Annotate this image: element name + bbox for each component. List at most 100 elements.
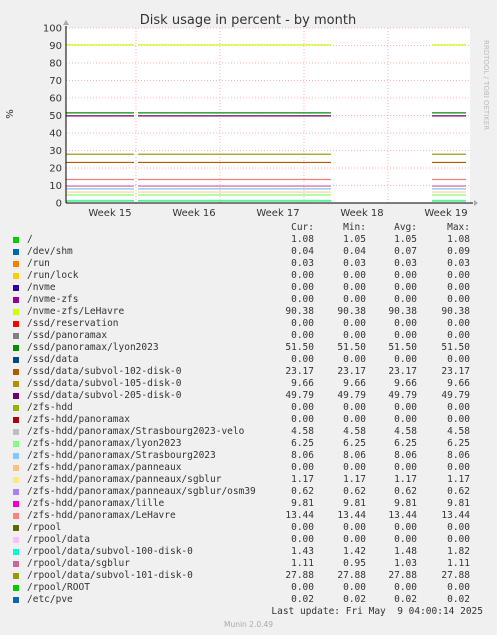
legend-row: /zfs-hdd/panoramax/panneaux/sgblur 1.17 1.… bbox=[0, 474, 497, 486]
legend-avg-value: 0.02 bbox=[394, 594, 417, 605]
y-tick-label: 90 bbox=[49, 41, 62, 52]
legend-max-value: 0.03 bbox=[447, 258, 470, 269]
legend-avg-value: 9.66 bbox=[394, 378, 417, 389]
legend-row: /rpool/ROOT 0.00 0.00 0.00 0.00 bbox=[0, 582, 497, 594]
legend-max-value: 0.00 bbox=[447, 270, 470, 281]
legend-swatch bbox=[13, 453, 19, 459]
legend-min-value: 1.05 bbox=[343, 234, 366, 245]
legend-swatch bbox=[13, 405, 19, 411]
legend-swatch bbox=[13, 357, 19, 363]
legend-series-name: /ssd/reservation bbox=[27, 318, 119, 329]
legend-avg-value: 1.17 bbox=[394, 474, 417, 485]
disk-usage-chart: Disk usage in percent - by month % RRDTO… bbox=[0, 0, 497, 232]
legend-cur-value: 1.08 bbox=[291, 234, 314, 245]
legend-row: /ssd/panoramax 0.00 0.00 0.00 0.00 bbox=[0, 330, 497, 342]
legend-series-name: /zfs-hdd/panoramax/panneaux bbox=[27, 462, 182, 473]
legend-swatch bbox=[13, 273, 19, 279]
legend-swatch bbox=[13, 381, 19, 387]
legend-row: /dev/shm 0.04 0.04 0.07 0.09 bbox=[0, 246, 497, 258]
legend-min-value: 0.00 bbox=[343, 318, 366, 329]
legend-swatch bbox=[13, 477, 19, 483]
legend-cur-value: 9.81 bbox=[291, 498, 314, 509]
legend-row: /ssd/data/subvol-105-disk-0 9.66 9.66 9.66 9… bbox=[0, 378, 497, 390]
legend-min-value: 0.00 bbox=[343, 270, 366, 281]
legend-min-value: 90.38 bbox=[337, 306, 366, 317]
legend-series-name: /ssd/data/subvol-102-disk-0 bbox=[27, 366, 182, 377]
legend-series-name: /zfs-hdd/panoramax/lyon2023 bbox=[27, 438, 182, 449]
legend-series-name: /zfs-hdd/panoramax/panneaux/sgblur/osm39 bbox=[27, 486, 256, 497]
y-tick-label: 80 bbox=[49, 59, 62, 70]
legend-swatch bbox=[13, 489, 19, 495]
legend-series-name: /zfs-hdd/panoramax/panneaux/sgblur bbox=[27, 474, 222, 485]
legend-cur-value: 51.50 bbox=[285, 342, 314, 353]
legend-avg-value: 0.00 bbox=[394, 522, 417, 533]
legend-cur-value: 27.88 bbox=[285, 570, 314, 581]
legend-max-value: 27.88 bbox=[441, 570, 470, 581]
y-tick-label: 70 bbox=[49, 76, 62, 87]
legend-avg-value: 23.17 bbox=[388, 366, 417, 377]
legend-max-value: 4.58 bbox=[447, 426, 470, 437]
legend-cur-value: 6.25 bbox=[291, 438, 314, 449]
legend-cur-value: 0.00 bbox=[291, 330, 314, 341]
rrdtool-side-label: RRDTOOL / TOBI OETIKER bbox=[482, 40, 490, 130]
legend-cur-value: 0.02 bbox=[291, 594, 314, 605]
legend-avg-value: 90.38 bbox=[388, 306, 417, 317]
legend-series-name: /zfs-hdd/panoramax/LeHavre bbox=[27, 510, 176, 521]
legend-avg-value: 0.00 bbox=[394, 462, 417, 473]
x-tick-label: Week 16 bbox=[172, 208, 215, 219]
legend-series-name: /nvme bbox=[27, 282, 56, 293]
legend-swatch bbox=[13, 597, 19, 603]
legend-min-value: 0.00 bbox=[343, 354, 366, 365]
legend-max-value: 0.00 bbox=[447, 414, 470, 425]
legend-max-value: 0.00 bbox=[447, 402, 470, 413]
legend-min-value: 0.00 bbox=[343, 282, 366, 293]
legend-avg-value: 49.79 bbox=[388, 390, 417, 401]
legend-max-value: 9.81 bbox=[447, 498, 470, 509]
legend-series-name: /ssd/data/subvol-205-disk-0 bbox=[27, 390, 182, 401]
legend-cur-value: 0.62 bbox=[291, 486, 314, 497]
legend-swatch bbox=[13, 261, 19, 267]
legend-min-value: 0.00 bbox=[343, 582, 366, 593]
legend-cur-value: 0.00 bbox=[291, 534, 314, 545]
legend-avg-value: 9.81 bbox=[394, 498, 417, 509]
legend-series-name: /ssd/data bbox=[27, 354, 79, 365]
legend-series-name: /rpool bbox=[27, 522, 62, 533]
legend-max-value: 0.00 bbox=[447, 522, 470, 533]
legend-min-value: 0.00 bbox=[343, 294, 366, 305]
legend-cur-value: 8.06 bbox=[291, 450, 314, 461]
legend-series-name: /zfs-hdd/panoramax/lille bbox=[27, 498, 165, 509]
x-tick-label: Week 18 bbox=[340, 208, 383, 219]
legend-series-name: /etc/pve bbox=[27, 594, 73, 605]
legend-series-name: /rpool/ROOT bbox=[27, 582, 90, 593]
legend-avg-value: 0.03 bbox=[394, 258, 417, 269]
legend-avg-value: 0.62 bbox=[394, 486, 417, 497]
legend-series-name: /zfs-hdd/panoramax bbox=[27, 414, 130, 425]
legend-avg-value: 27.88 bbox=[388, 570, 417, 581]
legend-cur-value: 1.43 bbox=[291, 546, 314, 557]
legend-min-value: 6.25 bbox=[343, 438, 366, 449]
legend-min-value: 0.03 bbox=[343, 258, 366, 269]
legend-series-name: /nvme-zfs bbox=[27, 294, 79, 305]
legend-swatch bbox=[13, 345, 19, 351]
legend-avg-value: 0.07 bbox=[394, 246, 417, 257]
legend-cur-value: 0.04 bbox=[291, 246, 314, 257]
legend-cur-value: 9.66 bbox=[291, 378, 314, 389]
legend-series-name: /rpool/data bbox=[27, 534, 90, 545]
legend-max-value: 0.00 bbox=[447, 330, 470, 341]
legend-avg-value: 6.25 bbox=[394, 438, 417, 449]
legend-min-value: 9.66 bbox=[343, 378, 366, 389]
legend-series-name: /zfs-hdd bbox=[27, 402, 73, 413]
legend-row: /zfs-hdd/panoramax/lyon2023 6.25 6.25 6.25 6… bbox=[0, 438, 497, 450]
legend-row: /zfs-hdd 0.00 0.00 0.00 0.00 bbox=[0, 402, 497, 414]
legend-max-value: 0.00 bbox=[447, 318, 470, 329]
legend-avg-value: 1.48 bbox=[394, 546, 417, 557]
legend-row: /ssd/reservation 0.00 0.00 0.00 0.00 bbox=[0, 318, 497, 330]
legend-row: /zfs-hdd/panoramax/LeHavre 13.44 13.44 13.4… bbox=[0, 510, 497, 522]
legend-max-value: 51.50 bbox=[441, 342, 470, 353]
legend-header-avg: Avg: bbox=[394, 222, 417, 233]
legend-swatch bbox=[13, 585, 19, 591]
legend-min-value: 27.88 bbox=[337, 570, 366, 581]
legend-row: /run 0.03 0.03 0.03 0.03 bbox=[0, 258, 497, 270]
legend-row: /run/lock 0.00 0.00 0.00 0.00 bbox=[0, 270, 497, 282]
legend-max-value: 0.00 bbox=[447, 294, 470, 305]
